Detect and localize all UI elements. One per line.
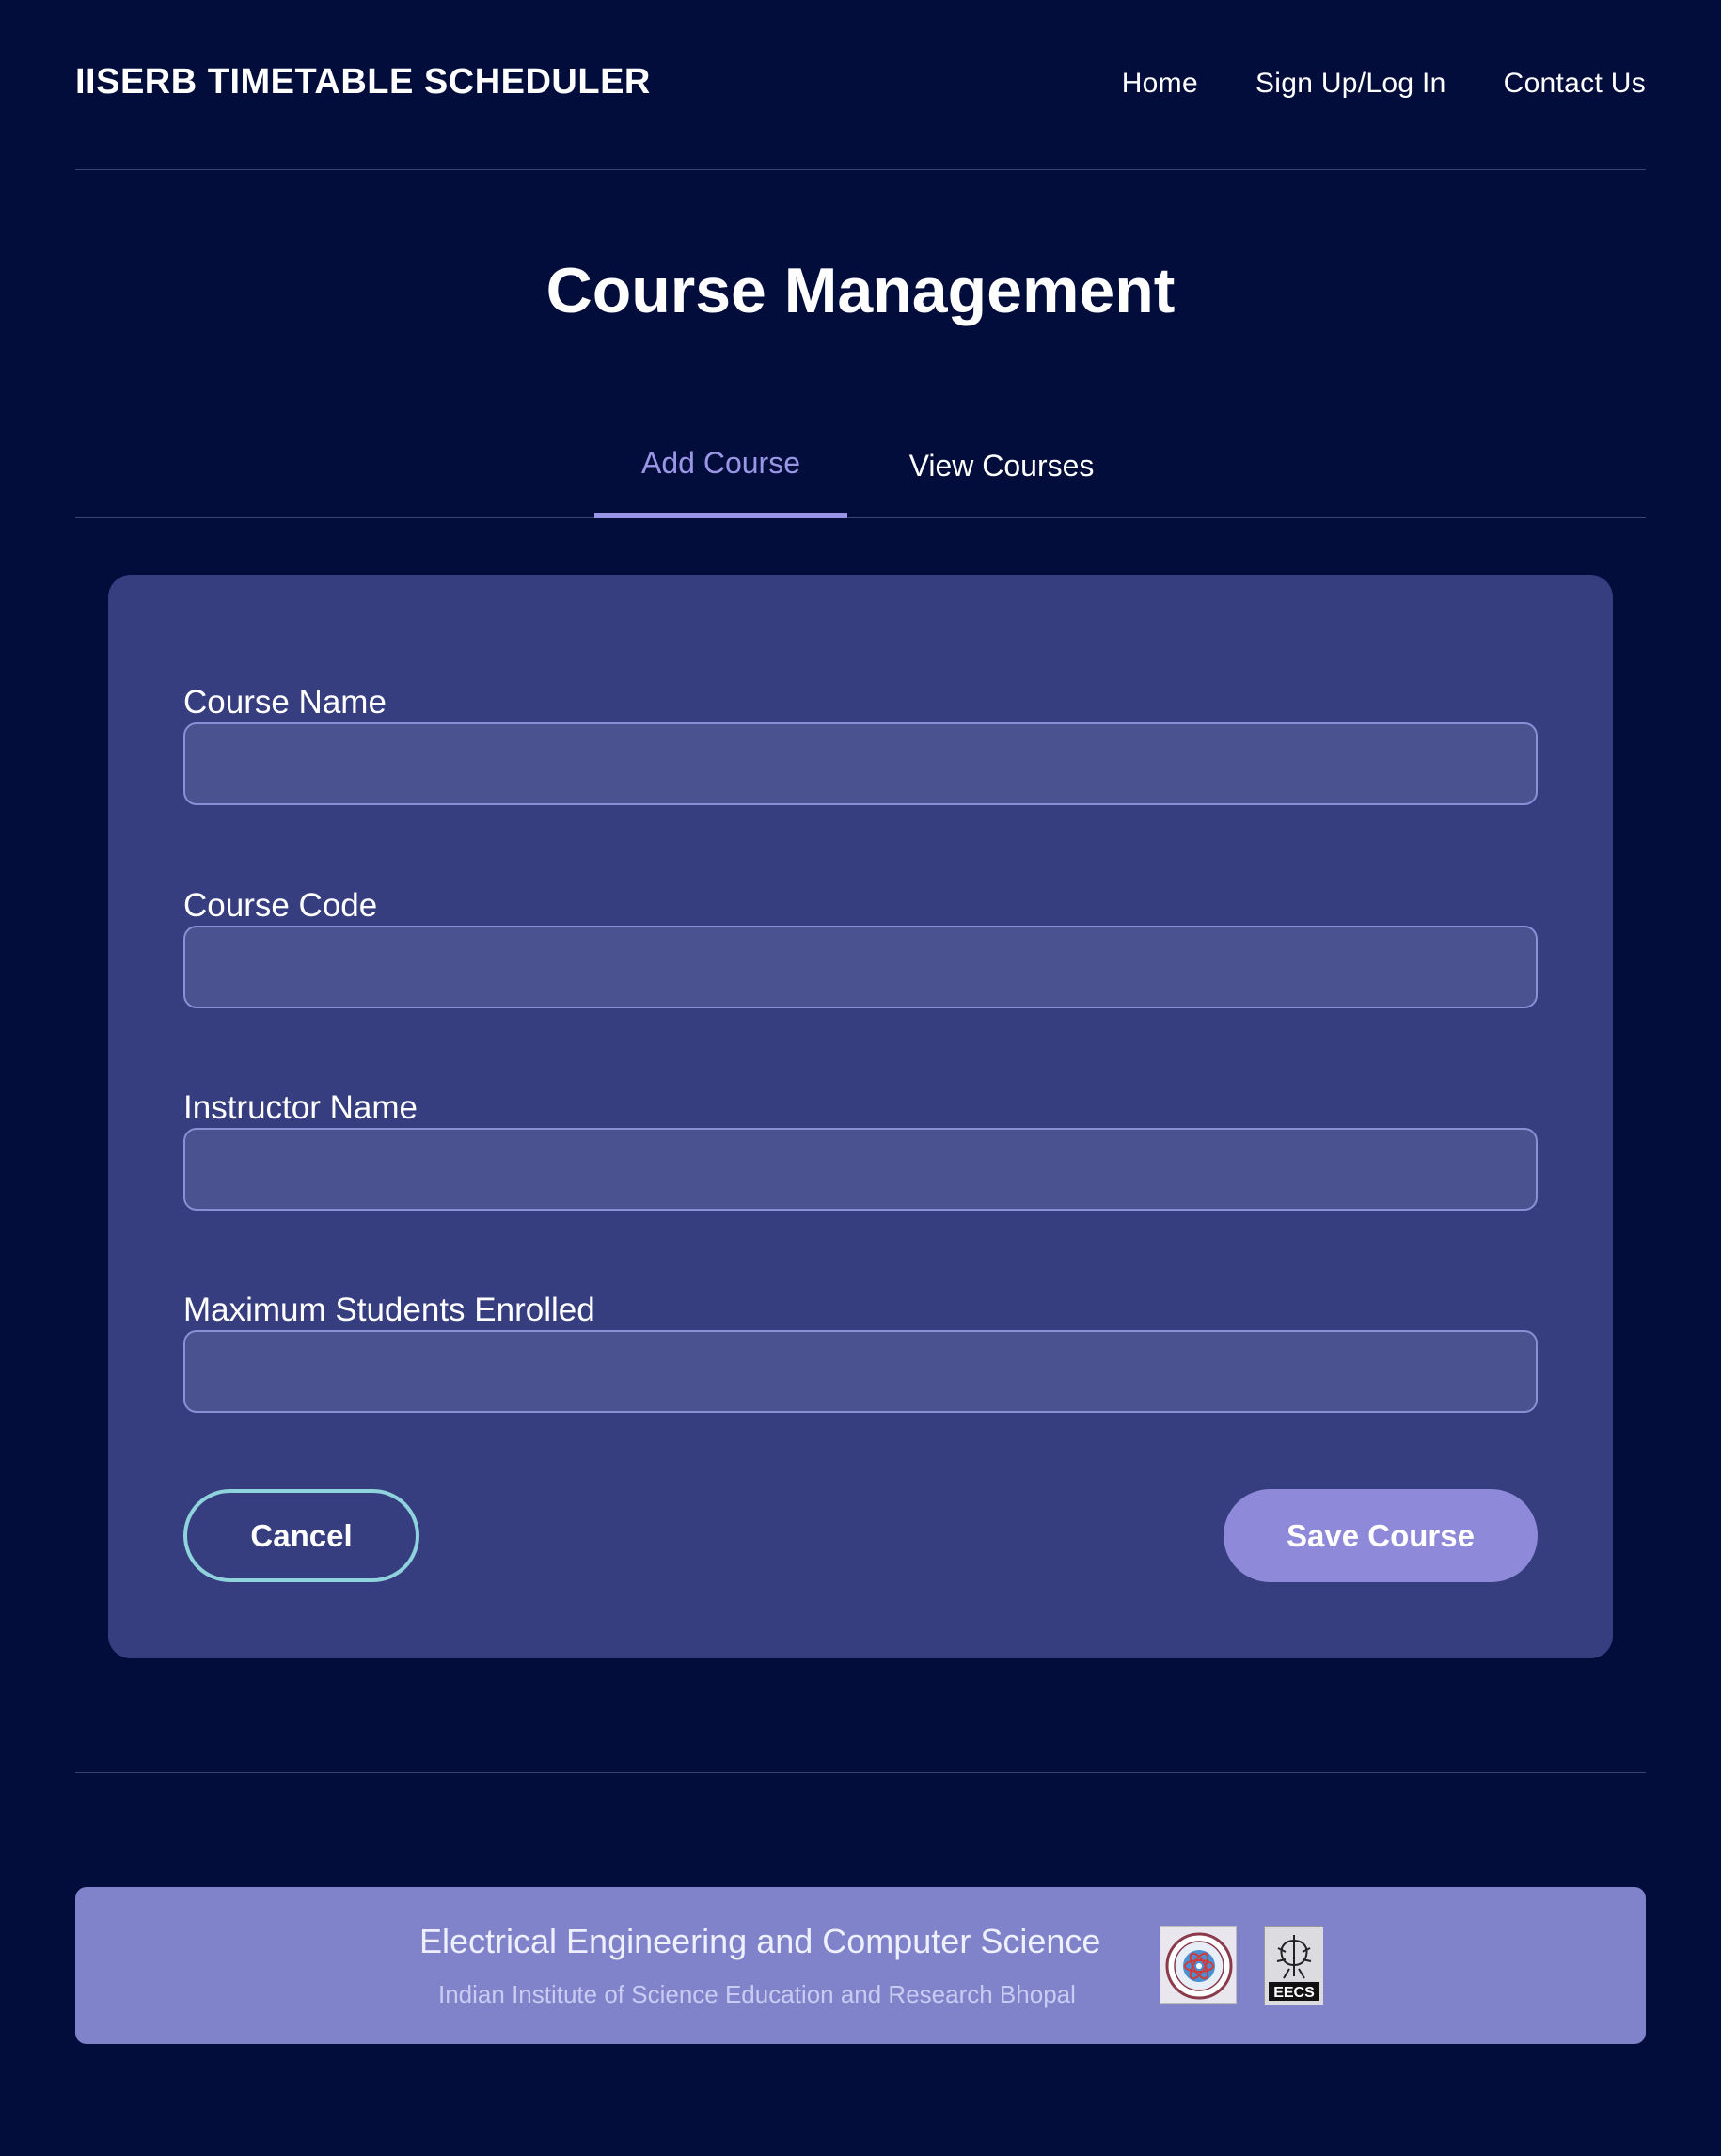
max-students-input[interactable] <box>183 1330 1538 1413</box>
tabs-bar: Add Course View Courses <box>75 414 1646 518</box>
tab-add-course[interactable]: Add Course <box>594 414 847 518</box>
course-name-label: Course Name <box>183 684 387 721</box>
save-course-button[interactable]: Save Course <box>1224 1489 1538 1582</box>
nav-contact-link[interactable]: Contact Us <box>1504 68 1646 100</box>
course-code-input[interactable] <box>183 926 1538 1008</box>
course-code-label: Course Code <box>183 887 378 924</box>
instructor-name-label: Instructor Name <box>183 1089 418 1126</box>
iiser-bhopal-logo-icon <box>1160 1926 1237 2004</box>
page-title: Course Management <box>545 255 1176 326</box>
nav-signup-login-link[interactable]: Sign Up/Log In <box>1255 68 1446 100</box>
instructor-name-input[interactable] <box>183 1128 1538 1211</box>
section-divider <box>75 1772 1646 1773</box>
eecs-logo-icon: EECS <box>1264 1926 1323 2005</box>
footer-institute-subtitle: Indian Institute of Science Education an… <box>438 1980 1076 2008</box>
top-header: IISERB TIMETABLE SCHEDULER Home Sign Up/… <box>75 0 1646 170</box>
footer-department-title: Electrical Engineering and Computer Scie… <box>419 1922 1101 1960</box>
footer-banner: Electrical Engineering and Computer Scie… <box>75 1887 1646 2044</box>
eecs-logo-text: EECS <box>1273 1985 1315 2001</box>
max-students-label: Maximum Students Enrolled <box>183 1292 595 1328</box>
brand-title[interactable]: IISERB TIMETABLE SCHEDULER <box>75 62 651 103</box>
tab-view-courses[interactable]: View Courses <box>894 414 1109 518</box>
course-name-input[interactable] <box>183 722 1538 805</box>
add-course-form: Course Name Course Code Instructor Name … <box>108 575 1613 1658</box>
page: IISERB TIMETABLE SCHEDULER Home Sign Up/… <box>0 0 1721 2156</box>
main-nav: Home Sign Up/Log In Contact Us <box>1122 68 1646 100</box>
cancel-button[interactable]: Cancel <box>183 1489 419 1582</box>
nav-home-link[interactable]: Home <box>1122 68 1198 100</box>
